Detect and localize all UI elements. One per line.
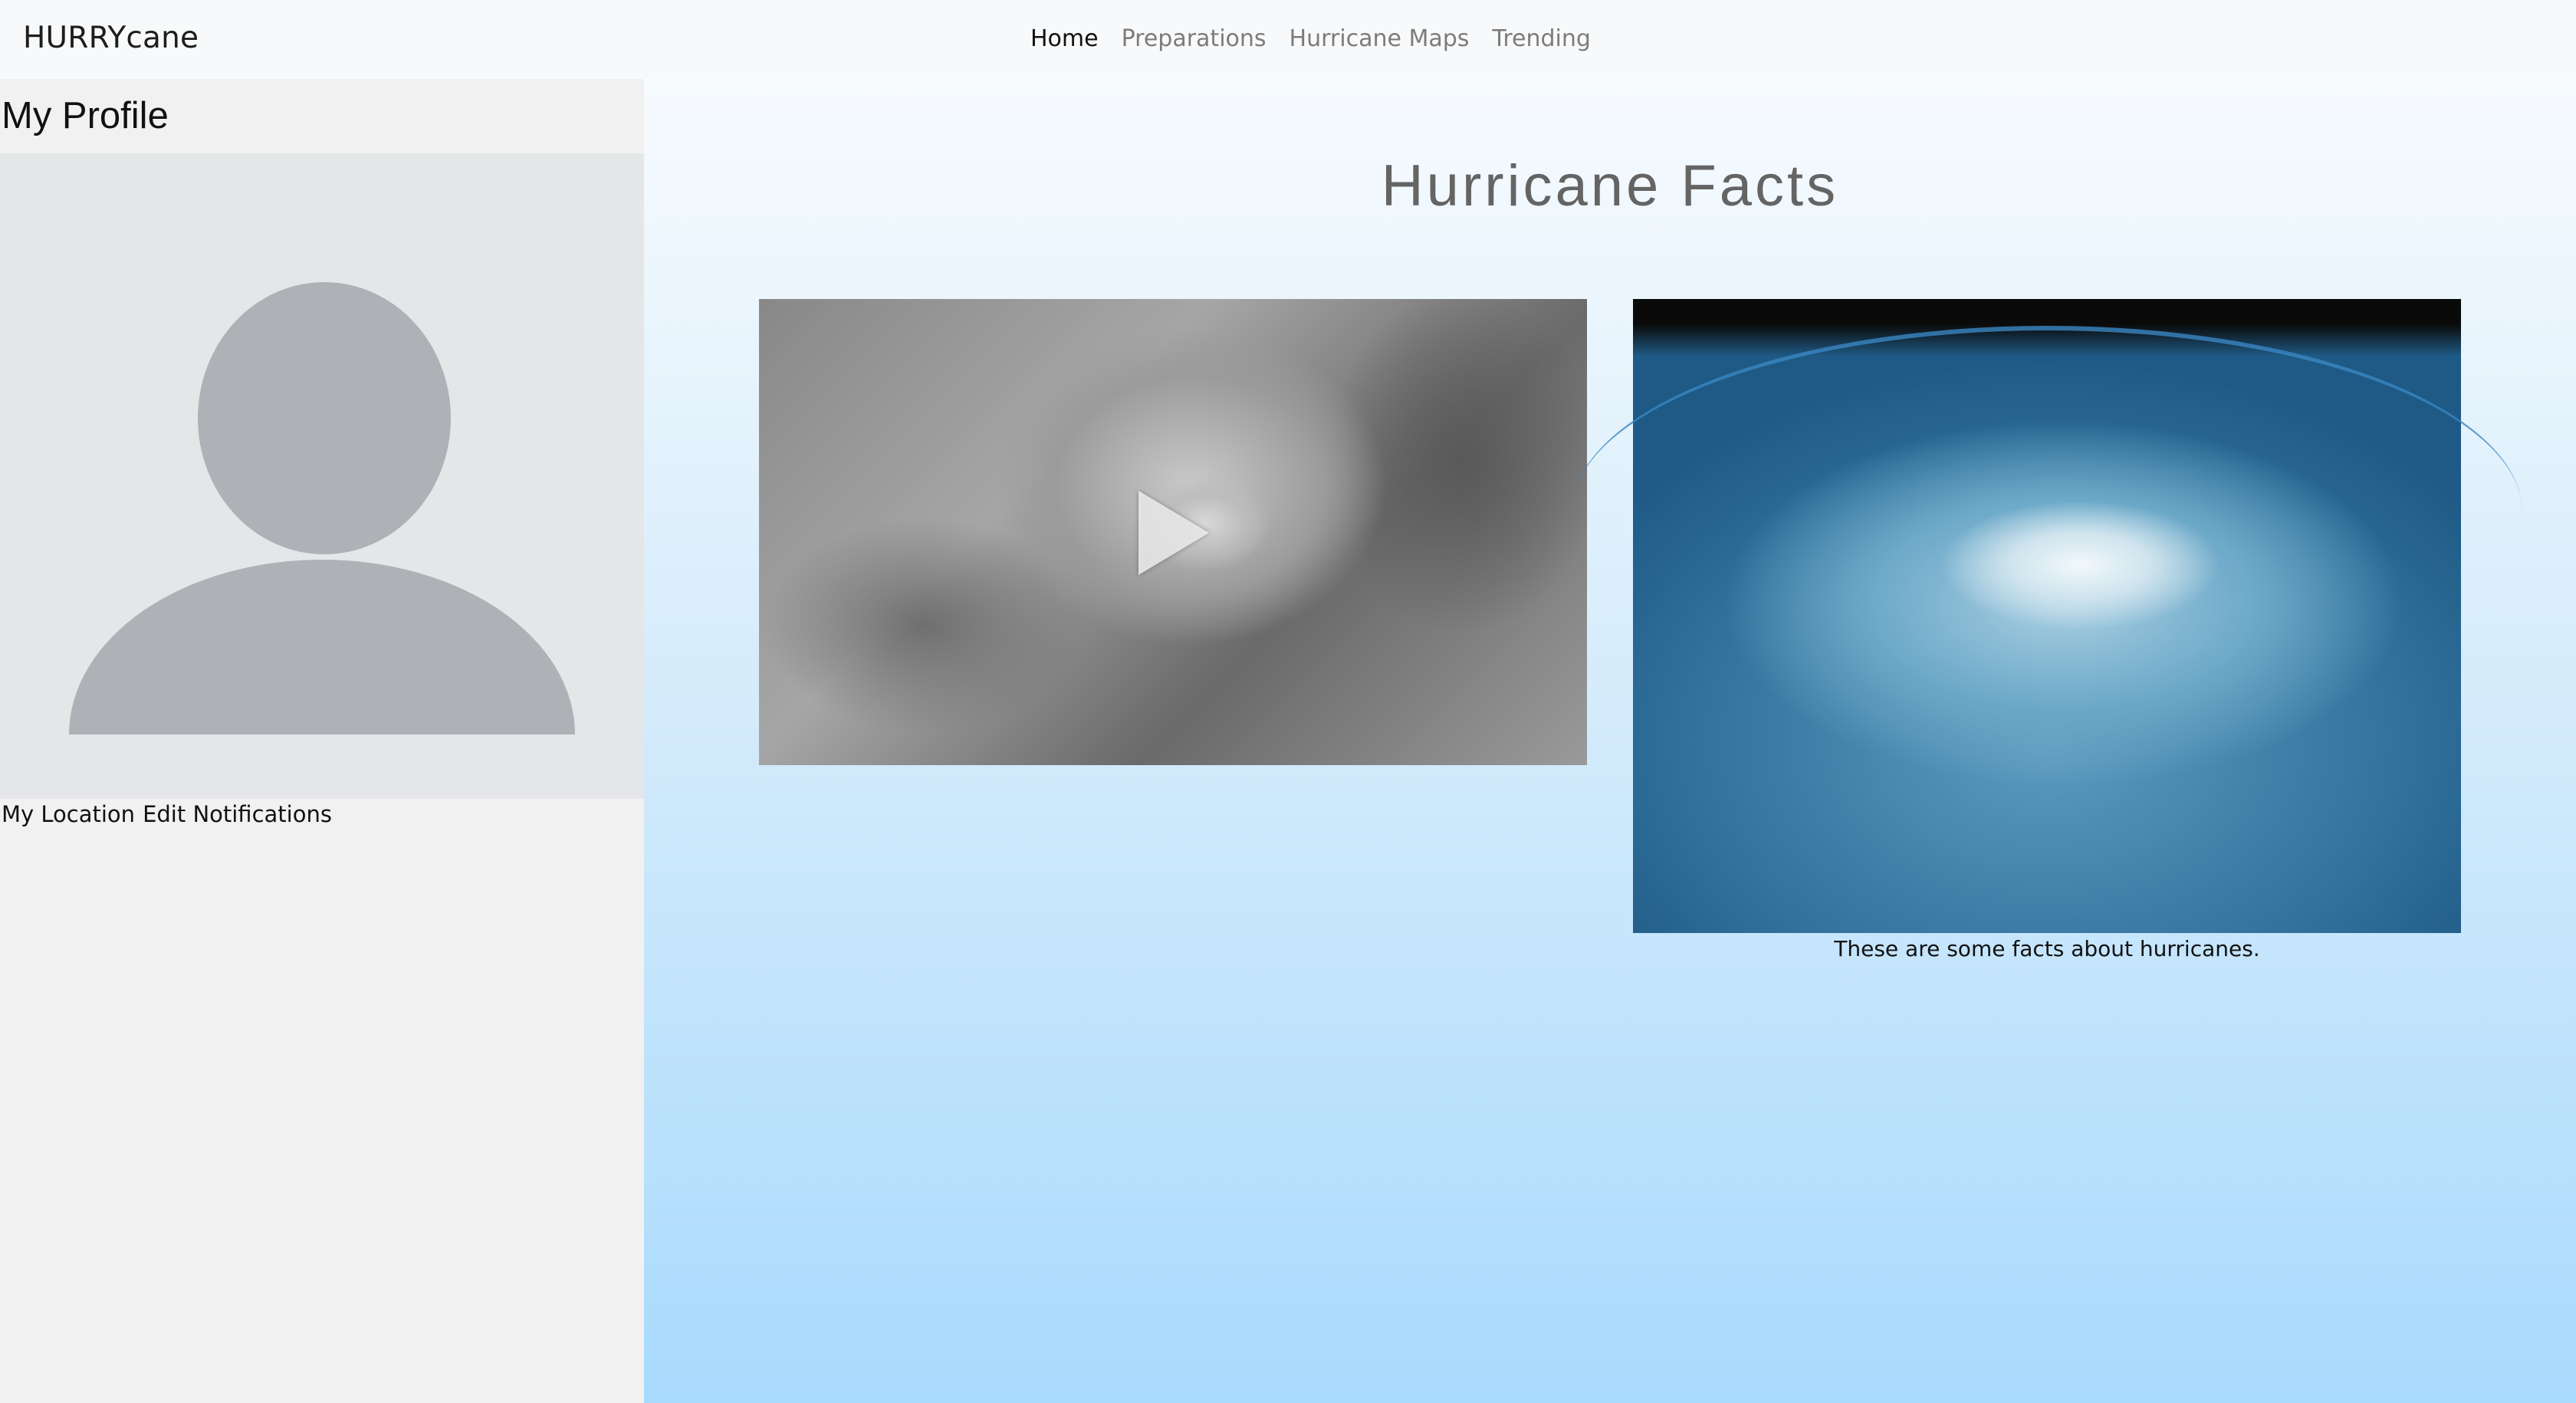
profile-links: My Location Edit Notifications: [2, 801, 332, 827]
page-title: Hurricane Facts: [1381, 153, 1839, 219]
top-navbar: HURRYcane Home Preparations Hurricane Ma…: [0, 0, 2576, 79]
avatar-body-icon: [69, 560, 575, 734]
nav-trending[interactable]: Trending: [1492, 25, 1591, 52]
play-icon[interactable]: [1138, 491, 1209, 575]
main-content: Hurricane Facts These are some facts abo…: [644, 79, 2576, 1403]
hurricane-video[interactable]: [759, 299, 1587, 765]
avatar: [0, 153, 644, 799]
brand-logo[interactable]: HURRYcane: [23, 21, 199, 55]
profile-sidebar: My Profile My Location Edit Notification…: [0, 79, 644, 1403]
nav-hurricane-maps[interactable]: Hurricane Maps: [1290, 25, 1470, 52]
hurricane-satellite-image: [1572, 299, 2522, 933]
earth-horizon: [1572, 326, 2522, 637]
profile-title: My Profile: [2, 95, 169, 136]
my-location-link[interactable]: My Location: [2, 801, 135, 827]
nav-preparations[interactable]: Preparations: [1122, 25, 1267, 52]
nav-home[interactable]: Home: [1030, 25, 1099, 52]
avatar-head-icon: [198, 282, 451, 554]
nav-links: Home Preparations Hurricane Maps Trendin…: [1030, 25, 1591, 52]
edit-notifications-link[interactable]: Edit Notifications: [143, 801, 332, 827]
image-caption: These are some facts about hurricanes.: [1834, 936, 2260, 961]
